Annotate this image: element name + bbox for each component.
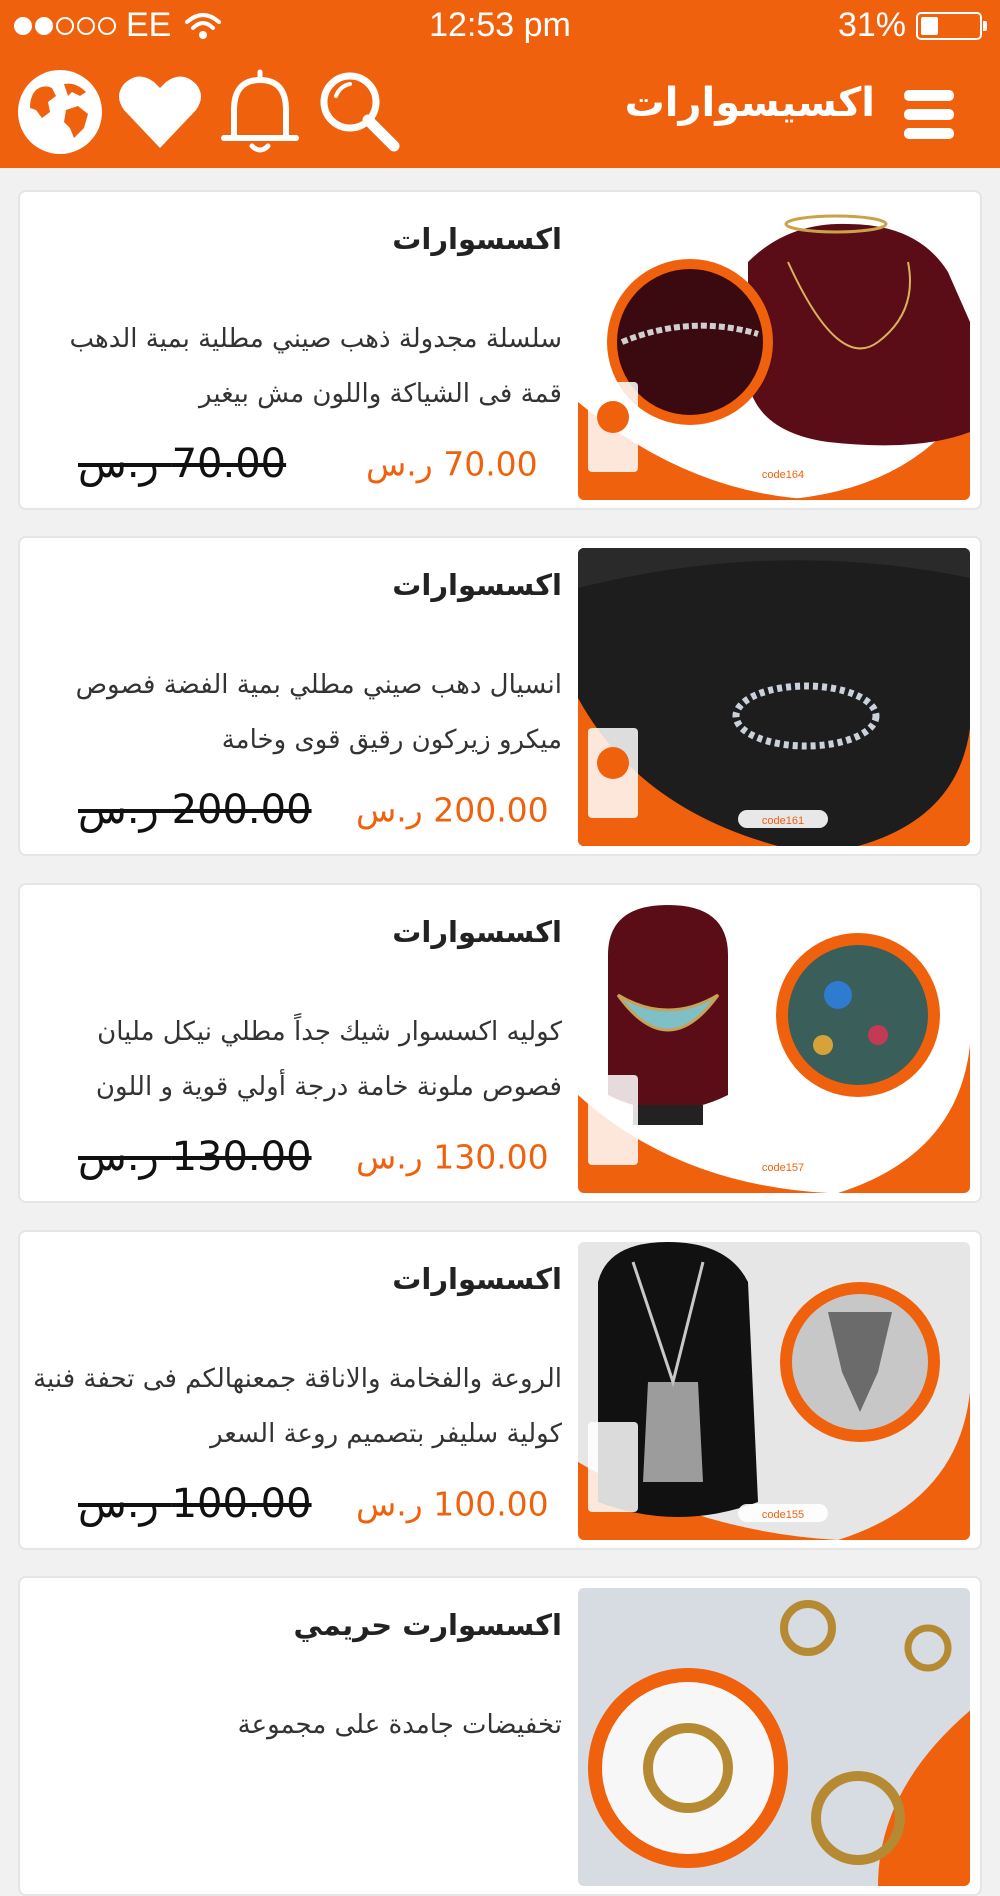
product-description: كوليه اكسسوار شيك جداً مطلي نيكل مليان ف… [95, 1017, 562, 1102]
product-old-price: 130.00 ر.س [78, 1134, 312, 1180]
product-price: 70.00 ر.س [366, 444, 538, 484]
globe-icon[interactable] [14, 66, 106, 158]
product-card[interactable]: code161 اكسسوارات انسيال دهب صيني مطلي ب… [18, 536, 982, 856]
product-description: انسيال دهب صيني مطلي بمية الفضة فصوص ميك… [75, 670, 562, 755]
product-category: اكسسوارات [392, 222, 562, 256]
product-category: اكسسوارات [392, 1262, 562, 1296]
product-price: 100.00 ر.س [356, 1484, 549, 1524]
product-category: اكسسوارات [392, 568, 562, 602]
product-category: اكسسوارات [392, 915, 562, 949]
product-price: 130.00 ر.س [356, 1137, 549, 1177]
product-code: code157 [762, 1162, 804, 1174]
menu-icon[interactable] [904, 90, 954, 140]
product-card[interactable]: code157 اكسسوارات كوليه اكسسوار شيك جداً… [18, 883, 982, 1203]
product-description: الروعة والفخامة والاناقة جمعنهالكم فى تح… [33, 1364, 562, 1449]
product-category: اكسسوارت حريمي [293, 1608, 563, 1642]
product-code: code161 [762, 815, 804, 827]
battery-status: 31% [837, 6, 987, 45]
product-old-price: 70.00 ر.س [78, 441, 287, 487]
product-description: سلسلة مجدولة ذهب صيني مطلية بمية الدهب ق… [69, 324, 563, 409]
battery-icon [916, 11, 987, 40]
battery-percent: 31% [837, 6, 906, 44]
colored-necklace-image[interactable]: code157 [578, 895, 970, 1193]
status-bar: EE 12:53 pm 31% [0, 0, 1000, 50]
product-card[interactable]: code164 اكسسوارات سلسلة مجدولة ذهب صيني … [18, 190, 982, 510]
app-header: EE 12:53 pm 31% اكسيسوارات [0, 0, 1000, 168]
product-card[interactable]: code155 اكسسوارات الروعة والفخامة والانا… [18, 1230, 982, 1550]
product-code: code155 [762, 1509, 804, 1521]
toolbar: اكسيسوارات [0, 60, 1000, 160]
product-code: code164 [762, 469, 804, 481]
gold-chain-image[interactable]: code164 [578, 202, 970, 500]
product-card[interactable]: اكسسوارت حريمي تخفيضات جامدة على مجموعة [18, 1576, 982, 1896]
product-old-price: 100.00 ر.س [78, 1481, 312, 1527]
search-icon[interactable] [314, 66, 406, 158]
heart-icon[interactable] [114, 66, 206, 158]
bell-icon[interactable] [214, 66, 306, 158]
product-old-price: 200.00 ر.س [78, 787, 312, 833]
product-price: 200.00 ر.س [356, 790, 549, 830]
silver-fringe-necklace-image[interactable]: code155 [578, 1242, 970, 1540]
product-description: تخفيضات جامدة على مجموعة [237, 1710, 562, 1740]
page-title: اكسيسوارات [624, 80, 875, 126]
gold-sun-set-image[interactable] [578, 1588, 970, 1886]
silver-bracelet-image[interactable]: code161 [578, 548, 970, 846]
